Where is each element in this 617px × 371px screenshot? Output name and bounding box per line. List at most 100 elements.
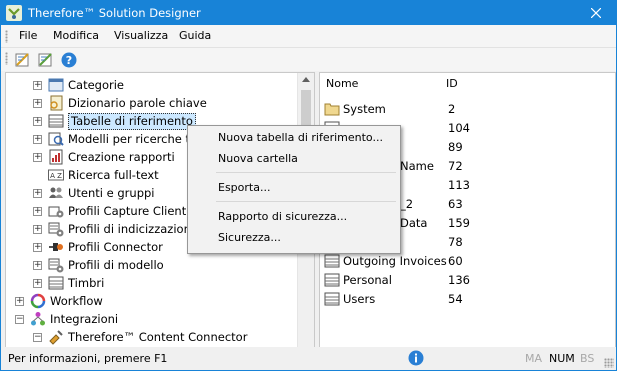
expand-icon[interactable]: + xyxy=(33,243,42,252)
tree-item-label: Therefore™ Content Connector xyxy=(68,330,248,344)
expand-icon[interactable]: + xyxy=(33,153,42,162)
tree-item-label: Creazione rapporti xyxy=(68,150,175,164)
tree-item-categorie[interactable]: + Categorie xyxy=(6,76,296,94)
table-icon xyxy=(324,254,340,268)
app-window: Therefore™ Solution Designer File Modifi… xyxy=(0,0,617,371)
list-item-name: Users xyxy=(343,292,376,306)
list-item[interactable]: System 2 xyxy=(320,100,610,118)
list-item[interactable]: Users 54 xyxy=(320,290,610,308)
resize-grip[interactable] xyxy=(604,358,614,368)
list-item-id: 78 xyxy=(448,235,463,249)
report-icon xyxy=(49,149,63,165)
workflow-icon xyxy=(30,293,46,309)
list-item-name: System xyxy=(343,102,386,116)
tree-item-content-connector[interactable]: − Therefore™ Content Connector xyxy=(6,328,296,346)
tree-item-label: Workflow xyxy=(50,294,103,308)
list-item-name: Data xyxy=(400,216,428,230)
list-item-name: Personal xyxy=(343,273,392,287)
dictionary-icon xyxy=(50,95,63,111)
tree-item-workflow[interactable]: + Workflow xyxy=(6,292,296,310)
table-icon xyxy=(48,114,64,128)
fulltext-icon: A Z xyxy=(48,169,64,181)
list-item-id: 159 xyxy=(448,216,470,230)
tree-item-label: Integrazioni xyxy=(50,312,119,326)
tree-item-label: Dizionario parole chiave xyxy=(68,96,207,110)
menu-visualizza[interactable]: Visualizza xyxy=(114,29,168,42)
scroll-up-arrow[interactable] xyxy=(302,77,310,82)
folder-icon xyxy=(324,103,340,116)
num-indicator: NUM xyxy=(549,352,575,365)
expand-icon[interactable]: + xyxy=(33,117,42,126)
close-icon xyxy=(591,8,601,18)
list-item[interactable]: Outgoing Invoices 60 xyxy=(320,252,610,270)
menu-separator xyxy=(216,201,396,202)
tree-item-label: Ricerca full-text xyxy=(68,168,159,182)
scroll-thumb[interactable] xyxy=(301,90,311,130)
tree-item-timbri[interactable]: + Timbri xyxy=(6,274,296,292)
tree-item-profili-modello[interactable]: + Profili di modello xyxy=(6,256,296,274)
expand-icon[interactable]: + xyxy=(33,135,42,144)
tree-item-label: Profili di indicizzazione xyxy=(68,222,198,236)
stamp-icon xyxy=(48,276,64,290)
scroll-indicator: BS xyxy=(580,352,595,365)
tree-item-label: Profili Capture Client xyxy=(68,204,187,218)
menu-grip xyxy=(5,30,8,43)
tree-item-label: Categorie xyxy=(68,78,124,92)
menu-guida[interactable]: Guida xyxy=(179,29,211,42)
svg-text:A Z: A Z xyxy=(50,172,62,180)
column-header-id[interactable]: ID xyxy=(446,73,458,95)
tree-item-label: Profili Connector xyxy=(68,240,163,254)
expand-icon[interactable]: + xyxy=(33,99,42,108)
list-item-name: Outgoing Invoices xyxy=(343,254,447,268)
status-bar: Per informazioni, premere F1 MA NUM BS xyxy=(1,347,616,370)
list-item-id: 72 xyxy=(448,159,463,173)
expand-icon[interactable]: + xyxy=(33,261,42,270)
expand-icon[interactable]: + xyxy=(33,81,42,90)
menu-item-security-report[interactable]: Rapporto di sicurezza... xyxy=(218,210,347,223)
svg-text:?: ? xyxy=(66,54,72,67)
list-item[interactable]: Personal 136 xyxy=(320,271,610,289)
list-item-id: 136 xyxy=(448,273,470,287)
menu-item-security[interactable]: Sicurezza... xyxy=(218,231,281,244)
list-item-id: 104 xyxy=(448,121,470,135)
toolbar-grip xyxy=(5,52,8,65)
tree-item-integrazioni[interactable]: − Integrazioni xyxy=(6,310,296,328)
menu-separator xyxy=(216,172,396,173)
list-item-id: 63 xyxy=(448,197,463,211)
menu-item-new-reference-table[interactable]: Nuova tabella di riferimento... xyxy=(218,131,383,144)
expand-icon[interactable]: + xyxy=(33,225,42,234)
menu-file[interactable]: File xyxy=(19,29,37,42)
connector-icon xyxy=(49,243,63,251)
list-item-name: _2 xyxy=(400,197,414,211)
close-button[interactable] xyxy=(576,1,616,25)
collapse-icon[interactable]: − xyxy=(15,315,24,324)
column-header-nome[interactable]: Nome xyxy=(326,73,358,95)
list-item-id: 60 xyxy=(448,254,463,268)
capture-icon xyxy=(48,206,64,218)
title-bar: Therefore™ Solution Designer xyxy=(1,1,616,25)
list-item-id: 54 xyxy=(448,292,463,306)
window-title: Therefore™ Solution Designer xyxy=(28,6,201,20)
table-icon xyxy=(324,273,340,287)
tree-item-label: Timbri xyxy=(68,276,105,290)
help-icon[interactable]: ? xyxy=(61,52,77,68)
menu-item-export[interactable]: Esporta... xyxy=(218,181,270,194)
search-template-icon xyxy=(48,132,64,146)
expand-icon[interactable]: + xyxy=(33,189,42,198)
designer-icon[interactable] xyxy=(15,52,31,68)
list-item-id: 89 xyxy=(448,140,463,154)
indexing-icon xyxy=(48,222,64,237)
tree-item-label: Tabelle di riferimento xyxy=(68,113,196,130)
expand-icon[interactable]: + xyxy=(33,207,42,216)
menu-modifica[interactable]: Modifica xyxy=(53,29,99,42)
expand-icon[interactable]: + xyxy=(33,279,42,288)
tree-item-dizionario[interactable]: + Dizionario parole chiave xyxy=(6,94,296,112)
menu-item-new-folder[interactable]: Nuova cartella xyxy=(218,152,298,165)
caps-indicator: MA xyxy=(525,352,543,365)
edit-designer-icon[interactable] xyxy=(38,52,54,68)
context-menu: Nuova tabella di riferimento... Nuova ca… xyxy=(187,125,401,254)
collapse-icon[interactable]: − xyxy=(33,333,42,342)
expand-icon[interactable]: + xyxy=(15,297,24,306)
list-item-id: 113 xyxy=(448,178,470,192)
model-icon xyxy=(48,258,64,273)
